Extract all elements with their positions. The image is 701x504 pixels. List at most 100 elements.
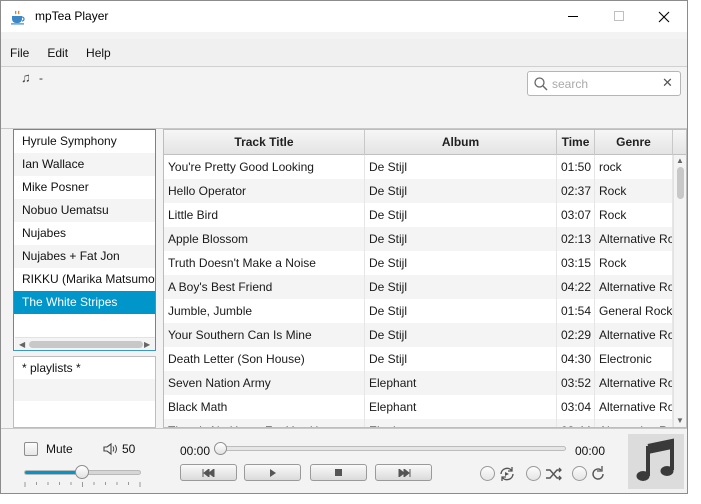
scroll-down-icon[interactable]: ▼ [676,416,684,425]
menu-file[interactable]: File [10,44,29,62]
table-header: Track Title Album Time Genre [164,130,686,155]
album-cell: De Stijl [365,155,557,179]
artist-item[interactable]: Nujabes + Fat Jon [14,245,155,268]
seek-bar-thumb[interactable] [214,442,227,455]
column-header-genre[interactable]: Genre [595,130,673,155]
artist-list-hscrollbar[interactable]: ◀ ▶ [15,337,155,350]
previous-icon [202,468,214,477]
minimize-icon [567,16,578,17]
album-cell: De Stijl [365,299,557,323]
close-icon [658,11,670,22]
artist-item-selected[interactable]: The White Stripes [14,291,155,314]
track-title-cell: Seven Nation Army [164,371,365,395]
column-header-album[interactable]: Album [365,130,557,155]
table-row[interactable]: Little Bird De Stijl 03:07 Rock [164,203,673,227]
seek-bar[interactable] [216,446,566,451]
track-title-cell: A Boy's Best Friend [164,275,365,299]
column-header-filler [673,130,686,155]
album-cell: De Stijl [365,203,557,227]
now-playing-bar: ♫ - ✕ [1,67,687,129]
time-cell: 01:54 [557,299,595,323]
stop-button[interactable] [310,464,367,481]
next-button[interactable] [375,464,432,481]
track-title-cell: Apple Blossom [164,227,365,251]
search-box[interactable]: ✕ [527,71,681,96]
volume-value: 50 [122,442,136,456]
track-title-cell: Death Letter (Son House) [164,347,365,371]
track-title-cell: Your Southern Can Is Mine [164,323,365,347]
artist-item[interactable]: RIKKU (Marika Matsumoto) [14,268,155,291]
search-input[interactable] [552,75,656,93]
now-playing-text: - [39,71,43,85]
genre-cell: General Rock [595,299,673,323]
menu-help[interactable]: Help [86,44,111,62]
genre-cell: Alternative Rock [595,395,673,419]
menu-edit[interactable]: Edit [47,44,68,62]
artist-item[interactable]: Ian Wallace [14,153,155,176]
app-window: mpTea Player File Edit Help ♫ - ✕ Hyrule [0,0,688,494]
music-note-icon: ♫ [21,70,31,85]
table-row[interactable]: Black MathElephant03:04Alternative Rock [164,395,673,419]
play-button[interactable] [244,464,301,481]
shuffle-radio[interactable] [526,466,541,481]
time-cell: 04:22 [557,275,595,299]
table-vscrollbar[interactable]: ▲ ▼ [673,155,686,427]
playlist-item[interactable]: * playlists * [14,357,155,379]
time-cell: 03:15 [557,251,595,275]
scroll-thumb[interactable] [677,167,684,199]
album-cell: De Stijl [365,251,557,275]
empty-row [14,401,155,423]
table-row[interactable]: Death Letter (Son House) De Stijl 04:30 Ele… [164,347,673,371]
table-row[interactable]: Your Southern Can Is Mine De Stijl 02:29 Al… [164,323,673,347]
genre-cell: Rock [595,203,673,227]
table-row[interactable]: Jumble, Jumble De Stijl 01:54 General Rock [164,299,673,323]
repeat-icon [592,466,604,480]
track-title-cell: There's No Home For You Here [164,419,365,427]
table-row[interactable]: A Boy's Best Friend De Stijl 04:22 Alternat… [164,275,673,299]
genre-cell: rock [595,155,673,179]
album-cell: De Stijl [365,227,557,251]
scroll-right-icon[interactable]: ▶ [144,340,150,349]
table-row[interactable]: You're Pretty Good Looking De Stijl 01:50 r… [164,155,673,179]
next-icon [398,468,410,477]
close-button[interactable] [641,1,687,32]
volume-slider-thumb[interactable] [75,465,89,479]
table-row[interactable]: Seven Nation Army Elephant 03:52 Alternativ… [164,371,673,395]
scroll-thumb[interactable] [29,341,143,348]
column-header-title[interactable]: Track Title [164,130,365,155]
track-title-cell: Jumble, Jumble [164,299,365,323]
speaker-icon [103,442,117,456]
scroll-left-icon[interactable]: ◀ [19,340,25,349]
minimize-button[interactable] [550,1,596,32]
scroll-up-icon[interactable]: ▲ [676,156,684,165]
artist-item[interactable]: Nujabes [14,222,155,245]
control-bar: Mute 50 00:00 00:00 [1,428,687,493]
track-title-cell: Little Bird [164,203,365,227]
artist-item[interactable]: Hyrule Symphony [14,130,155,153]
table-row[interactable]: Hello Operator De Stijl 02:37 Rock [164,179,673,203]
mute-checkbox[interactable] [24,442,38,456]
repeat-one-radio[interactable] [572,466,587,481]
repeat-all-radio[interactable] [480,466,495,481]
track-title-cell: Hello Operator [164,179,365,203]
current-time: 00:00 [180,444,211,458]
table-row[interactable]: Truth Doesn't Make a Noise De Stijl 03:15 R… [164,251,673,275]
empty-row [14,379,155,401]
table-row[interactable]: Apple Blossom De Stijl 02:13 Alternative Ro… [164,227,673,251]
artist-item[interactable]: Nobuo Uematsu [14,199,155,222]
playlist-list: * playlists * [13,356,156,428]
album-cell: De Stijl [365,275,557,299]
column-header-time[interactable]: Time [557,130,595,155]
stop-icon [335,469,342,476]
previous-button[interactable] [180,464,237,481]
genre-cell: Rock [595,251,673,275]
artist-item[interactable]: Mike Posner [14,176,155,199]
album-cell: De Stijl [365,323,557,347]
time-cell: 04:30 [557,347,595,371]
table-row[interactable]: There's No Home For You HereElephant03:4… [164,419,673,427]
mute-label: Mute [46,442,73,456]
maximize-button[interactable] [596,1,642,32]
clear-search-icon[interactable]: ✕ [662,75,673,91]
track-title-cell: You're Pretty Good Looking [164,155,365,179]
track-title-cell: Black Math [164,395,365,419]
